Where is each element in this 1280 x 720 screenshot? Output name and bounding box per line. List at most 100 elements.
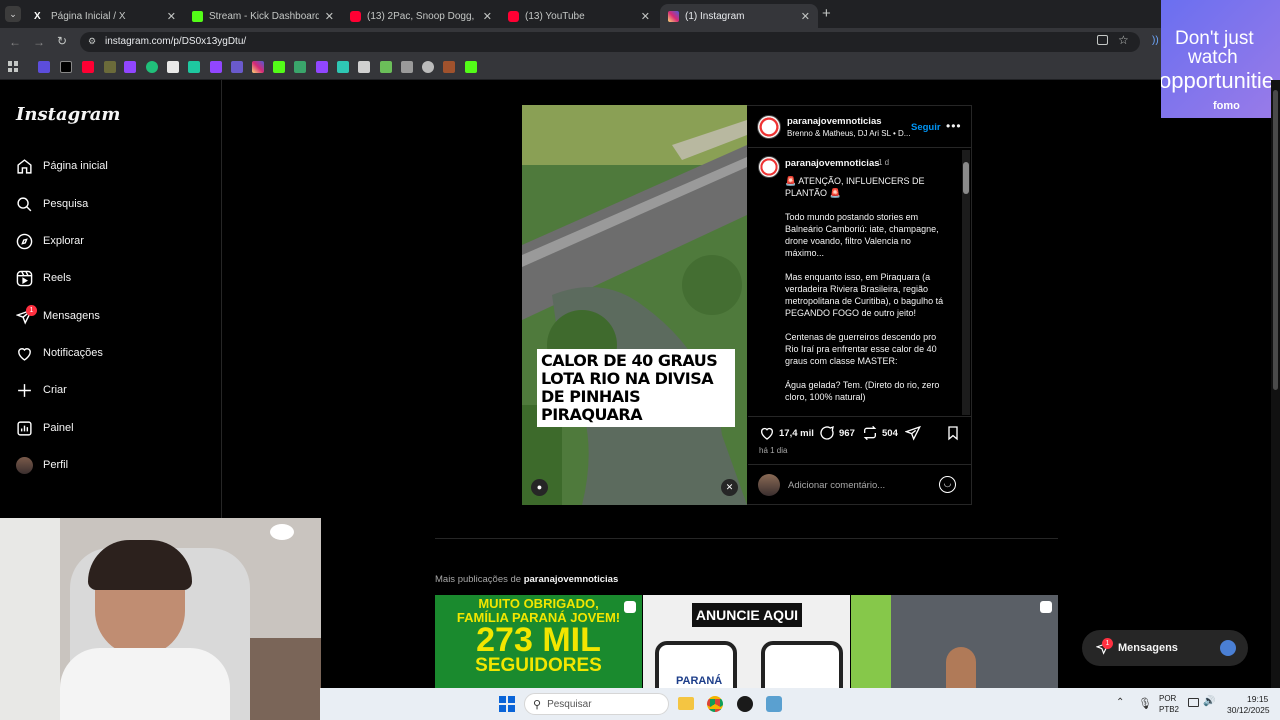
forward-icon[interactable]: →: [33, 35, 45, 49]
url-text[interactable]: instagram.com/p/DS0x13ygDtu/: [105, 36, 246, 47]
input-language-line2[interactable]: PTB2: [1159, 705, 1179, 714]
bookmark-twitch-icon[interactable]: [316, 61, 328, 73]
post-video[interactable]: CALOR DE 40 GRAUS LOTA RIO NA DIVISA DE …: [522, 105, 747, 505]
clock-date[interactable]: 30/12/2025: [1227, 705, 1270, 715]
chevron-up-icon[interactable]: ⌃: [1116, 697, 1124, 708]
install-app-icon[interactable]: [1097, 35, 1108, 45]
thumbnail-post[interactable]: MUITO OBRIGADO, FAMÍLIA PARANÁ JOVEM! 27…: [435, 595, 642, 690]
bookmark-icon[interactable]: [188, 61, 200, 73]
bookmark-icon[interactable]: [380, 61, 392, 73]
fomo-ad-overlay[interactable]: Don't just watch opportunitie fomo: [1161, 0, 1280, 118]
tab-youtube-music[interactable]: (13) 2Pac, Snoop Dogg, Nate D ✕: [342, 4, 500, 28]
bookmark-icon[interactable]: [443, 61, 455, 73]
bookmark-star-icon[interactable]: ☆: [1118, 33, 1129, 47]
close-tab-icon[interactable]: ✕: [801, 10, 810, 23]
app-icon[interactable]: [766, 696, 782, 712]
bookmark-x-icon[interactable]: [60, 61, 72, 73]
chrome-icon[interactable]: [707, 696, 723, 712]
comment-count: 967: [839, 427, 855, 439]
share-button[interactable]: [905, 425, 921, 441]
bookmark-icon[interactable]: [294, 61, 306, 73]
back-icon[interactable]: ←: [9, 35, 21, 49]
nav-reels[interactable]: Reels: [16, 266, 71, 290]
taskbar-search[interactable]: ⚲ Pesquisar: [524, 693, 669, 715]
instagram-logo[interactable]: Instagram: [16, 104, 120, 125]
post-author-avatar[interactable]: [757, 115, 781, 139]
cast-icon[interactable]: )): [1152, 35, 1159, 46]
caption-avatar[interactable]: [758, 156, 780, 178]
thumbnail-post[interactable]: [851, 595, 1058, 690]
microphone-icon[interactable]: 🎙: [1138, 697, 1152, 710]
nav-dashboard[interactable]: Painel: [16, 416, 74, 440]
x-logo-icon: X: [34, 10, 41, 22]
tab-search-button[interactable]: ⌄: [5, 6, 21, 22]
like-button[interactable]: 17,4 mil: [759, 425, 814, 441]
post-audio[interactable]: Brenno & Matheus, DJ Ari SL • D...: [787, 129, 910, 138]
page-scroll-thumb[interactable]: [1273, 90, 1278, 390]
more-posts-user[interactable]: paranajovemnoticias: [524, 574, 619, 585]
post-date[interactable]: há 1 dia: [759, 446, 787, 455]
bookmark-twitch-icon[interactable]: [210, 61, 222, 73]
bookmark-icon[interactable]: [38, 61, 50, 73]
emoji-icon[interactable]: ◡: [939, 476, 956, 493]
comment-button[interactable]: 967: [819, 425, 855, 441]
reels-icon: [16, 270, 33, 286]
save-button[interactable]: [945, 425, 961, 441]
volume-icon[interactable]: 🔊: [1203, 696, 1215, 707]
bookmark-kick-icon[interactable]: [465, 61, 477, 73]
file-explorer-icon[interactable]: [678, 697, 694, 710]
scroll-thumb[interactable]: [963, 162, 969, 194]
mute-icon[interactable]: ✕: [721, 479, 738, 496]
tagged-users-icon[interactable]: ●: [531, 479, 548, 496]
site-info-icon[interactable]: ⚙: [88, 36, 96, 47]
app-icon[interactable]: [737, 696, 753, 712]
caption-username[interactable]: paranajovemnoticias: [785, 158, 880, 169]
bookmark-icon[interactable]: [358, 61, 370, 73]
post-author-name[interactable]: paranajovemnoticias: [787, 116, 882, 127]
bookmark-icon[interactable]: [146, 61, 158, 73]
new-tab-button[interactable]: +: [822, 5, 831, 22]
repost-button[interactable]: 504: [862, 425, 898, 441]
nav-notifications[interactable]: Notificações: [16, 341, 103, 365]
nav-home[interactable]: Página inicial: [16, 154, 108, 178]
network-icon[interactable]: [1188, 698, 1199, 707]
close-tab-icon[interactable]: ✕: [325, 10, 334, 23]
close-tab-icon[interactable]: ✕: [641, 10, 650, 23]
bookmark-icon[interactable]: [104, 61, 116, 73]
compass-icon: [16, 233, 33, 249]
bookmark-icon[interactable]: [401, 61, 413, 73]
reload-icon[interactable]: ↻: [57, 34, 67, 48]
repost-icon: [863, 425, 877, 441]
close-tab-icon[interactable]: ✕: [167, 10, 176, 23]
nav-explore[interactable]: Explorar: [16, 229, 84, 253]
youtube-icon: [350, 10, 361, 22]
apps-grid-icon[interactable]: [8, 61, 19, 72]
tab-kick-dashboard[interactable]: Stream - Kick Dashboard ✕: [184, 4, 342, 28]
bookmark-icon[interactable]: [167, 61, 179, 73]
bookmark-kick-icon[interactable]: [273, 61, 285, 73]
nav-search[interactable]: Pesquisa: [16, 192, 88, 216]
bookmark-twitch-icon[interactable]: [124, 61, 136, 73]
windows-start-icon[interactable]: [499, 696, 515, 712]
bookmark-icon[interactable]: [337, 61, 349, 73]
follow-button[interactable]: Seguir: [911, 122, 941, 133]
page-scrollbar[interactable]: [1271, 80, 1280, 688]
caption-scrollbar[interactable]: [962, 150, 970, 415]
close-tab-icon[interactable]: ✕: [483, 10, 492, 23]
clock-time[interactable]: 19:15: [1247, 694, 1268, 704]
reel-icon: [624, 601, 636, 613]
bookmark-icon[interactable]: [422, 61, 434, 73]
bookmark-instagram-icon[interactable]: [252, 61, 264, 73]
tab-instagram[interactable]: (1) Instagram ✕: [660, 4, 818, 28]
input-language-line1[interactable]: POR: [1159, 694, 1176, 703]
bookmark-youtube-icon[interactable]: [82, 61, 94, 73]
tab-youtube[interactable]: (13) YouTube ✕: [500, 4, 658, 28]
nav-profile[interactable]: Perfil: [16, 453, 68, 477]
more-options-icon[interactable]: •••: [946, 119, 962, 133]
thumbnail-post[interactable]: ANUNCIE AQUI PARANÁ: [643, 595, 850, 690]
nav-create[interactable]: Criar: [16, 378, 67, 402]
tab-x-home[interactable]: X Página Inicial / X ✕: [26, 4, 184, 28]
bookmark-icon[interactable]: [231, 61, 243, 73]
youtube-icon: [508, 10, 519, 22]
comment-input[interactable]: Adicionar comentário...: [788, 480, 885, 491]
